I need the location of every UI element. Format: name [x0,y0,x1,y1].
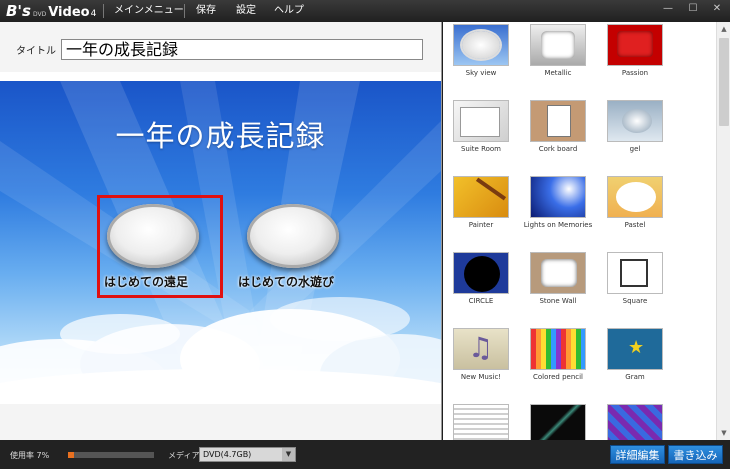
media-select[interactable]: DVD(4.7GB) ▼ [199,447,296,462]
detail-edit-button[interactable]: 詳細編集 [610,445,665,464]
template-tile[interactable]: Square [597,252,673,324]
diagonal-thumb [530,404,586,440]
template-label: Gram [625,373,645,381]
title-bar: B's DVD Video 4 メインメニュー 保存 設定 ヘルプ — ☐ ✕ [0,0,730,22]
lights-thumb [530,176,586,218]
template-label: gel [629,145,641,153]
logo-b: B's [6,2,31,20]
template-tile[interactable] [597,404,673,440]
metallic-thumb [530,24,586,66]
circle-thumb [453,252,509,294]
template-label: CIRCLE [468,297,494,305]
template-label: New Music! [460,373,502,381]
title-row: タイトル 一年の成長記録 [0,22,441,72]
gram-thumb: ★ [607,328,663,370]
template-tile[interactable]: Lights on Memories [520,176,596,248]
chapter-label[interactable]: はじめての水遊び [238,273,334,290]
template-gallery: Sky view Metallic Passion Suite Room Cor… [443,22,716,440]
cork-board-thumb [530,100,586,142]
selection-highlight [97,195,223,298]
template-tile[interactable]: Colored pencil [520,328,596,400]
editor-panel: タイトル 一年の成長記録 一年の成長記録 はじめての遠足 はじめての水遊び [0,22,442,440]
usage-progress-fill [68,452,75,458]
template-tile[interactable]: Passion [597,24,673,96]
pastel-thumb [607,176,663,218]
chapter-thumbnail[interactable] [247,204,339,268]
template-tile[interactable]: Painter [443,176,519,248]
template-label: Sky view [465,69,497,77]
template-label: Stone Wall [539,297,577,305]
sky-view-thumb [453,24,509,66]
logo-version: 4 [90,9,97,19]
template-tile[interactable]: Sky view [443,24,519,96]
template-label: Pastel [624,221,646,229]
square-thumb [607,252,663,294]
menu-settings[interactable]: 設定 [236,4,256,18]
menu-preview: 一年の成長記録 はじめての遠足 はじめての水遊び [0,81,441,404]
template-tile[interactable]: Pastel [597,176,673,248]
menu-save[interactable]: 保存 [196,4,216,18]
preview-title[interactable]: 一年の成長記録 [0,113,441,155]
template-tile[interactable]: ★ Gram [597,328,673,400]
template-tile[interactable]: Cork board [520,100,596,172]
menu-divider [103,4,104,18]
template-label: Passion [621,69,649,77]
scrollbar-thumb[interactable] [719,38,729,126]
template-tile[interactable]: Suite Room [443,100,519,172]
preview-footer [0,404,441,440]
template-tile[interactable]: gel [597,100,673,172]
scroll-up-icon[interactable]: ▲ [717,22,730,36]
media-select-value: DVD(4.7GB) [203,450,252,459]
usage-progress-bar [68,452,154,458]
template-tile[interactable]: Metallic [520,24,596,96]
passion-thumb [607,24,663,66]
template-label: Painter [468,221,494,229]
gallery-scrollbar[interactable]: ▲ ▼ [716,22,730,440]
lines-thumb [453,404,509,440]
usage-label: 使用率 7% [10,451,50,460]
template-label: Colored pencil [532,373,584,381]
template-label: Cork board [538,145,578,153]
template-label: Suite Room [460,145,502,153]
maximize-button[interactable]: ☐ [681,0,705,18]
write-disc-button[interactable]: 書き込み [668,445,723,464]
gel-thumb [607,100,663,142]
scroll-down-icon[interactable]: ▼ [717,426,730,440]
logo-dvd: DVD [32,11,47,18]
media-label: メディア [168,451,200,460]
colored-pencil-thumb [530,328,586,370]
new-music-thumb: ♫ [453,328,509,370]
template-tile[interactable]: ♫ New Music! [443,328,519,400]
logo-video: Video [48,5,90,20]
template-label: Metallic [544,69,572,77]
template-tile[interactable]: Stone Wall [520,252,596,324]
close-button[interactable]: ✕ [705,0,729,18]
template-tile[interactable] [520,404,596,440]
menu-divider [184,4,185,18]
painter-thumb [453,176,509,218]
template-label: Lights on Memories [523,221,593,229]
template-tile[interactable]: CIRCLE [443,252,519,324]
app-logo: B's DVD Video 4 [6,2,96,20]
tiles-thumb [607,404,663,440]
suite-room-thumb [453,100,509,142]
title-label: タイトル [16,46,56,57]
stone-wall-thumb [530,252,586,294]
template-label: Square [622,297,648,305]
menu-help[interactable]: ヘルプ [274,4,304,18]
status-bar: 使用率 7% メディア DVD(4.7GB) ▼ 詳細編集 書き込み [0,440,730,469]
chevron-down-icon[interactable]: ▼ [282,448,295,461]
menu-main-menu[interactable]: メインメニュー [114,4,184,18]
template-tile[interactable] [443,404,519,440]
minimize-button[interactable]: — [656,0,680,18]
title-input[interactable]: 一年の成長記録 [61,39,423,60]
